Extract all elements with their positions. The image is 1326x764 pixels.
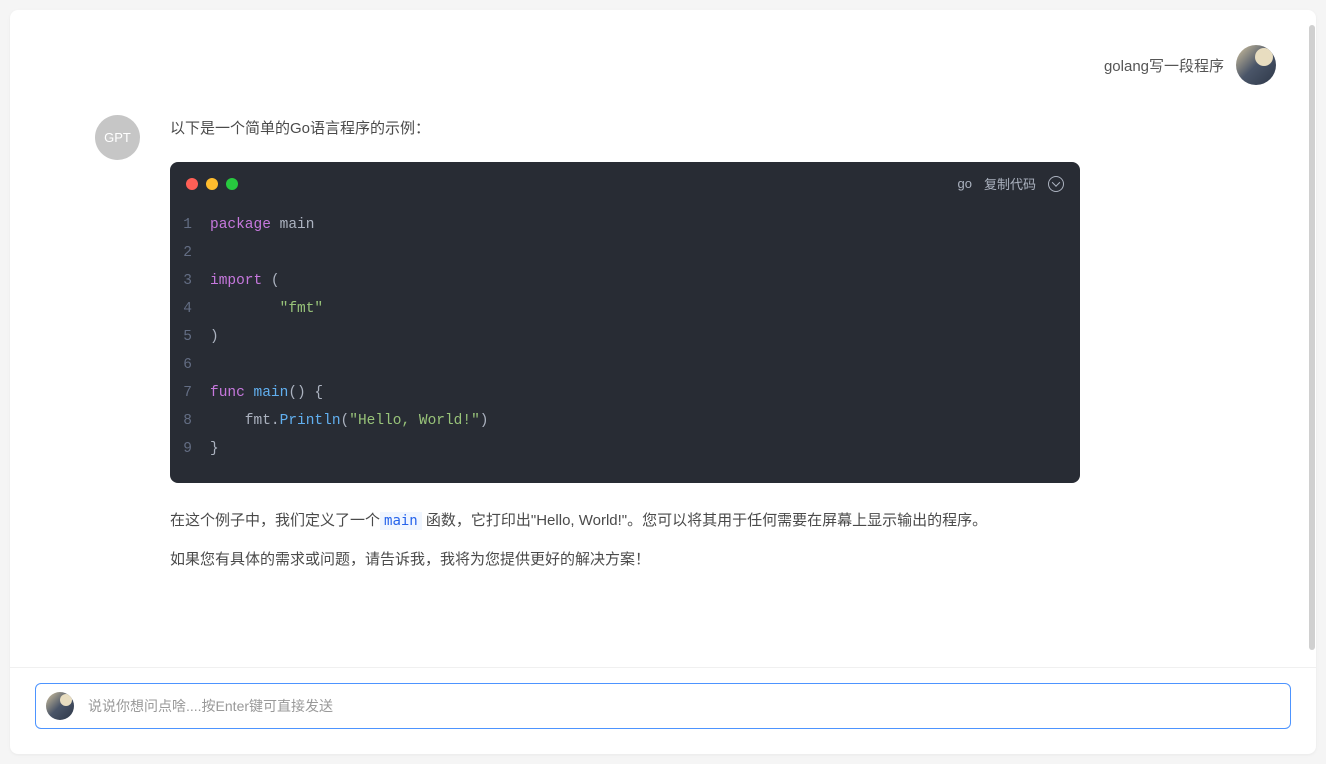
line-number: 7 — [170, 379, 210, 407]
code-line: 2 — [170, 239, 1080, 267]
code-line: 6 — [170, 351, 1080, 379]
line-number: 8 — [170, 407, 210, 435]
code-line: 7func main() { — [170, 379, 1080, 407]
code-body: 1package main23import (4 "fmt"5)67func m… — [170, 201, 1080, 483]
line-content: import ( — [210, 267, 280, 295]
line-content: func main() { — [210, 379, 323, 407]
input-area — [10, 667, 1316, 754]
code-language-label: go — [958, 176, 972, 191]
line-number: 2 — [170, 239, 210, 267]
explanation-after: 函数，它打印出"Hello, World!"。您可以将其用于任何需要在屏幕上显示… — [422, 512, 987, 529]
user-avatar[interactable] — [1236, 45, 1276, 85]
line-number: 6 — [170, 351, 210, 379]
collapse-icon[interactable] — [1048, 176, 1064, 192]
scrollbar-thumb[interactable] — [1309, 25, 1315, 650]
code-line: 4 "fmt" — [170, 295, 1080, 323]
code-line: 5) — [170, 323, 1080, 351]
code-line: 9} — [170, 435, 1080, 463]
chat-container: golang写一段程序 GPT 以下是一个简单的Go语言程序的示例： — [10, 10, 1316, 754]
line-content: fmt.Println("Hello, World!") — [210, 407, 488, 435]
code-line: 3import ( — [170, 267, 1080, 295]
explanation-before: 在这个例子中，我们定义了一个 — [170, 512, 380, 529]
line-content: ) — [210, 323, 219, 351]
code-line: 1package main — [170, 211, 1080, 239]
line-number: 3 — [170, 267, 210, 295]
bot-explanation: 在这个例子中，我们定义了一个main 函数，它打印出"Hello, World!… — [170, 507, 1080, 534]
code-line: 8 fmt.Println("Hello, World!") — [170, 407, 1080, 435]
chat-area: golang写一段程序 GPT 以下是一个简单的Go语言程序的示例： — [10, 10, 1316, 667]
bot-message: GPT 以下是一个简单的Go语言程序的示例： go 复制代码 — [40, 115, 1286, 593]
traffic-light-yellow-icon — [206, 178, 218, 190]
bot-avatar: GPT — [95, 115, 140, 160]
bot-content: 以下是一个简单的Go语言程序的示例： go 复制代码 — [170, 115, 1080, 593]
line-number: 5 — [170, 323, 210, 351]
line-content: } — [210, 435, 219, 463]
traffic-lights — [186, 178, 238, 190]
traffic-light-red-icon — [186, 178, 198, 190]
copy-code-button[interactable]: 复制代码 — [984, 174, 1036, 193]
inline-code-main: main — [380, 512, 422, 530]
code-header-actions: go 复制代码 — [958, 174, 1064, 193]
input-avatar — [46, 692, 74, 720]
bot-followup: 如果您有具体的需求或问题，请告诉我，我将为您提供更好的解决方案！ — [170, 546, 1080, 573]
user-message-text: golang写一段程序 — [1104, 55, 1224, 76]
bot-intro-text: 以下是一个简单的Go语言程序的示例： — [170, 115, 1080, 142]
line-content: "fmt" — [210, 295, 323, 323]
code-header: go 复制代码 — [170, 162, 1080, 201]
line-number: 1 — [170, 211, 210, 239]
traffic-light-green-icon — [226, 178, 238, 190]
line-content: package main — [210, 211, 314, 239]
line-number: 4 — [170, 295, 210, 323]
input-wrapper[interactable] — [35, 683, 1291, 729]
line-number: 9 — [170, 435, 210, 463]
code-block: go 复制代码 1package main23import (4 "fmt"5)… — [170, 162, 1080, 483]
message-input[interactable] — [88, 698, 1280, 714]
user-message: golang写一段程序 — [40, 45, 1286, 85]
bot-avatar-label: GPT — [104, 130, 131, 145]
